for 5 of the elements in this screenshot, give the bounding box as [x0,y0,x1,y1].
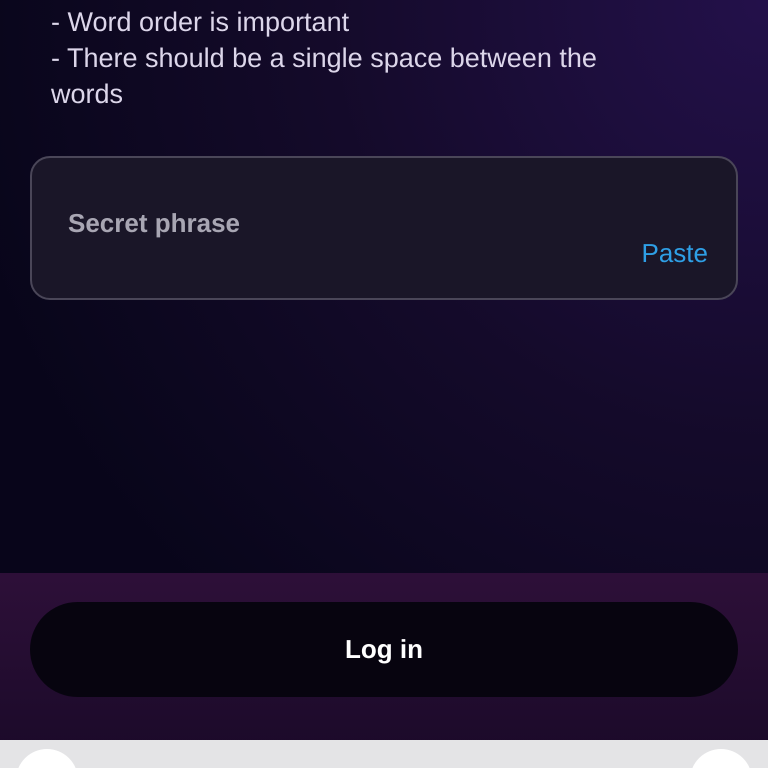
paste-button[interactable]: Paste [642,234,708,273]
secret-phrase-field[interactable]: Secret phrase Paste [30,156,738,300]
rule-text: - Word order is important [51,6,350,39]
login-button[interactable]: Log in [30,602,738,697]
rule-text: - There should be a single space between the words [51,42,598,111]
